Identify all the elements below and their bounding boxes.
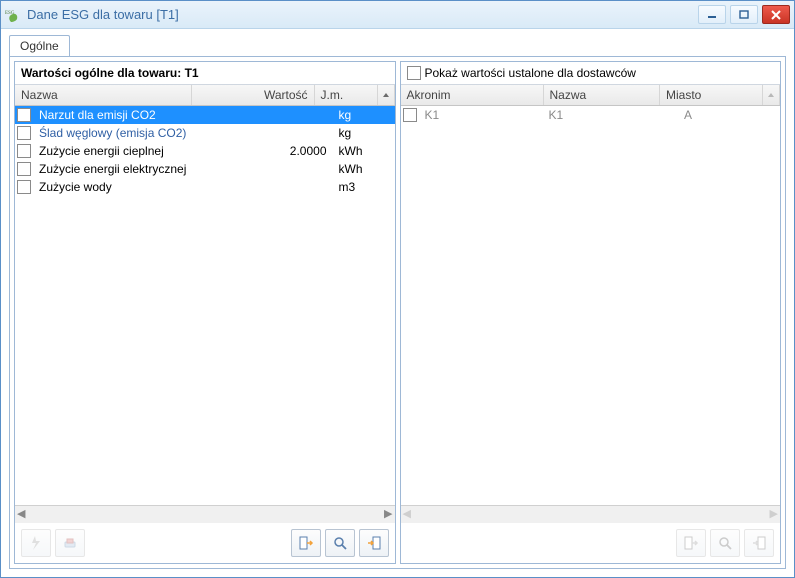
cell-city: A [678, 108, 780, 122]
app-icon: ESG [5, 7, 21, 23]
content-area: Wartości ogólne dla towaru: T1 Nazwa War… [9, 56, 786, 569]
show-supplier-values-checkbox[interactable] [407, 66, 421, 80]
right-grid-header: Akronim Nazwa Miasto [401, 85, 781, 106]
left-panel-header: Wartości ogólne dla towaru: T1 [15, 62, 395, 85]
right-hscroll[interactable]: ◀ ▶ [401, 505, 781, 523]
cell-unit: kWh [333, 144, 395, 158]
checkbox[interactable] [17, 126, 31, 140]
scroll-up-icon[interactable] [763, 85, 780, 105]
cell-name: Zużycie energii elektrycznej [33, 162, 211, 176]
cell-name: Zużycie energii cieplnej [33, 144, 211, 158]
scroll-up-icon[interactable] [378, 85, 395, 105]
checkbox[interactable] [17, 108, 31, 122]
cell-name: Ślad węglowy (emisja CO2) [33, 126, 211, 140]
maximize-button[interactable] [730, 5, 758, 24]
checkbox[interactable] [17, 180, 31, 194]
col-header-acronym[interactable]: Akronim [401, 85, 544, 105]
tab-general[interactable]: Ogólne [9, 35, 70, 56]
table-row[interactable]: Zużycie energii cieplnej 2.0000 kWh [15, 142, 395, 160]
lightning-button[interactable] [21, 529, 51, 557]
scroll-right-icon[interactable]: ▶ [384, 509, 392, 520]
left-grid-body: Narzut dla emisji CO2 kg Ślad węglowy (e… [15, 106, 395, 505]
cell-unit: m3 [333, 180, 395, 194]
right-toolbar [401, 523, 781, 563]
window-title: Dane ESG dla towaru [T1] [25, 7, 698, 22]
cell-unit: kg [333, 126, 395, 140]
import-button-r[interactable] [676, 529, 706, 557]
checkbox[interactable] [17, 144, 31, 158]
left-grid-header: Nazwa Wartość J.m. [15, 85, 395, 106]
left-panel: Wartości ogólne dla towaru: T1 Nazwa War… [14, 61, 396, 564]
app-window: ESG Dane ESG dla towaru [T1] Ogólne Wart… [0, 0, 795, 578]
left-toolbar [15, 523, 395, 563]
erase-button[interactable] [55, 529, 85, 557]
scroll-left-icon[interactable]: ◀ [403, 509, 411, 520]
col-header-value[interactable]: Wartość [192, 85, 315, 105]
table-row[interactable]: Narzut dla emisji CO2 kg [15, 106, 395, 124]
col-header-name[interactable]: Nazwa [15, 85, 192, 105]
right-panel-header: Pokaż wartości ustalone dla dostawców [401, 62, 781, 85]
checkbox[interactable] [17, 162, 31, 176]
scroll-left-icon[interactable]: ◀ [17, 509, 25, 520]
export-button[interactable] [359, 529, 389, 557]
table-row[interactable]: Zużycie energii elektrycznej kWh [15, 160, 395, 178]
search-button[interactable] [325, 529, 355, 557]
show-supplier-values-label: Pokaż wartości ustalone dla dostawców [425, 66, 636, 80]
cell-value: 2.0000 [211, 144, 333, 158]
table-row[interactable]: Zużycie wody m3 [15, 178, 395, 196]
right-panel: Pokaż wartości ustalone dla dostawców Ak… [400, 61, 782, 564]
close-button[interactable] [762, 5, 790, 24]
checkbox[interactable] [403, 108, 417, 122]
minimize-button[interactable] [698, 5, 726, 24]
left-hscroll[interactable]: ◀ ▶ [15, 505, 395, 523]
scroll-right-icon[interactable]: ▶ [770, 509, 778, 520]
search-button-r[interactable] [710, 529, 740, 557]
table-row[interactable]: K1 K1 A [401, 106, 781, 124]
table-row[interactable]: Ślad węglowy (emisja CO2) kg [15, 124, 395, 142]
cell-name: Zużycie wody [33, 180, 211, 194]
import-button[interactable] [291, 529, 321, 557]
cell-name: Narzut dla emisji CO2 [33, 108, 211, 122]
cell-acronym: K1 [419, 108, 543, 122]
titlebar-buttons [698, 5, 790, 24]
export-button-r[interactable] [744, 529, 774, 557]
tab-strip: Ogólne [1, 29, 794, 56]
col-header-city[interactable]: Miasto [660, 85, 763, 105]
cell-unit: kg [333, 108, 395, 122]
right-grid-body: K1 K1 A [401, 106, 781, 505]
col-header-unit[interactable]: J.m. [315, 85, 378, 105]
col-header-name-r[interactable]: Nazwa [544, 85, 661, 105]
cell-name-r: K1 [543, 108, 679, 122]
cell-unit: kWh [333, 162, 395, 176]
titlebar: ESG Dane ESG dla towaru [T1] [1, 1, 794, 29]
